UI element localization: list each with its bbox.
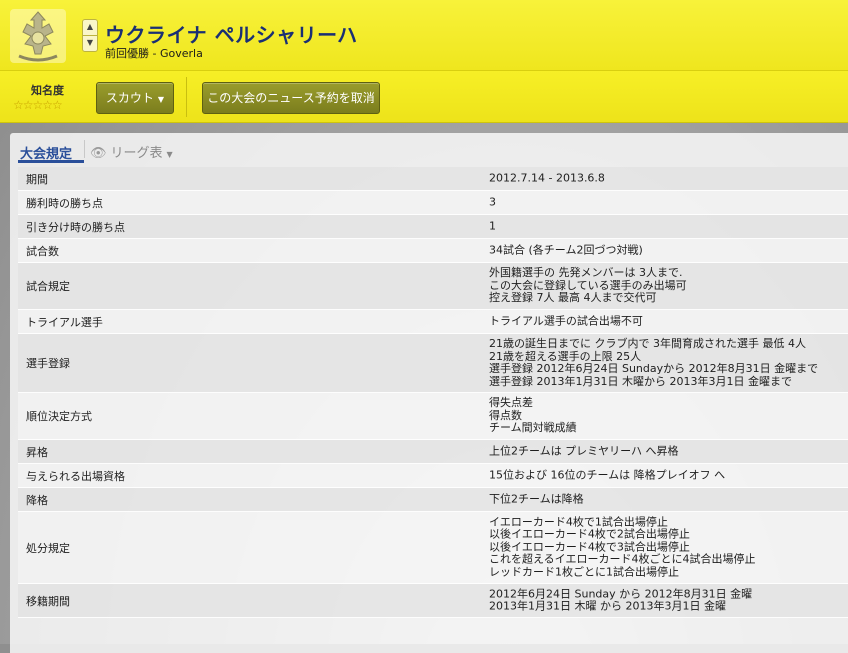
- rule-value: 2012年6月24日 Sunday から 2012年8月31日 金曜 2013年1…: [489, 586, 753, 613]
- rule-label: 降格: [26, 493, 48, 507]
- rule-label: 昇格: [26, 445, 48, 459]
- cancel-news-button[interactable]: この大会のニュース予約を取消: [202, 82, 380, 114]
- rule-value: 34試合 (各チーム2回づつ対戦): [489, 244, 643, 257]
- eye-icon: 👁: [90, 146, 107, 161]
- table-row: 順位決定方式 得失点差 得点数 チーム間対戦成績: [18, 393, 848, 440]
- rule-value-line: 21歳の誕生日までに クラブ内で 3年間育成された選手 最低 4人: [489, 336, 806, 350]
- rule-value: 上位2チームは プレミヤリーハ へ昇格: [489, 445, 678, 458]
- rule-label: 試合数: [26, 244, 59, 258]
- rule-value: 下位2チームは降格: [489, 493, 584, 506]
- previous-winner[interactable]: 前回優勝 - Goverla: [105, 45, 203, 61]
- federation-crest-icon: [10, 9, 66, 63]
- rule-value-line: 2013年1月31日 木曜 から 2013年3月1日 金曜: [489, 599, 726, 613]
- rule-value: トライアル選手の試合出場不可: [489, 315, 643, 328]
- rule-value-line: 外国籍選手の 先発メンバーは 3人まで.: [489, 266, 683, 280]
- rule-value-line: 以後イエローカード4枚で3試合出場停止: [489, 540, 690, 554]
- table-row: 試合規定 外国籍選手の 先発メンバーは 3人まで. この大会に登録している選手のみ出…: [18, 263, 848, 310]
- competition-header: ▲ ▼ ウクライナ ペルシャリーハ 前回優勝 - Goverla: [0, 0, 848, 71]
- table-row: 降格 下位2チームは降格: [18, 488, 848, 512]
- chevron-down-icon: ▼: [166, 150, 173, 159]
- rule-label: トライアル選手: [26, 315, 103, 329]
- rule-value-line: 選手登録 2012年6月24日 Sundayから 2012年8月31日 金曜まで: [489, 362, 819, 375]
- rule-label: 移籍期間: [26, 594, 70, 608]
- active-tab-indicator: [18, 160, 84, 163]
- table-row: トライアル選手 トライアル選手の試合出場不可: [18, 310, 848, 334]
- rule-value: 2012.7.14 - 2013.6.8: [489, 172, 605, 185]
- table-row: 選手登録 21歳の誕生日までに クラブ内で 3年間育成された選手 最低 4人 21歳…: [18, 334, 848, 393]
- rule-value: 得失点差 得点数 チーム間対戦成績: [489, 397, 577, 435]
- table-row: 期間 2012.7.14 - 2013.6.8: [18, 167, 848, 191]
- page-title: ウクライナ ペルシャリーハ: [105, 23, 358, 47]
- rule-label: 期間: [26, 172, 48, 186]
- rule-label: 与えられる出場資格: [26, 469, 125, 483]
- chevron-up-icon[interactable]: ▲: [83, 20, 97, 34]
- toolbar: 知名度 ☆☆☆☆☆ スカウト ▼ この大会のニュース予約を取消: [0, 71, 848, 123]
- rule-label: 順位決定方式: [26, 410, 92, 423]
- rule-value-line: 2012年6月24日 Sunday から 2012年8月31日 金曜: [489, 586, 753, 600]
- rules-table: 期間 2012.7.14 - 2013.6.8 勝利時の勝ち点 3 引き分け時の勝ち点 1…: [18, 167, 848, 618]
- rule-value-line: 上位2チームは プレミヤリーハ へ昇格: [489, 444, 679, 458]
- table-row: 引き分け時の勝ち点 1: [18, 215, 848, 239]
- chevron-down-icon[interactable]: ▼: [83, 35, 97, 50]
- rule-value-line: 34試合 (各チーム2回づつ対戦): [489, 243, 643, 257]
- rule-value-line: トライアル選手の試合出場不可: [489, 314, 643, 328]
- table-row: 勝利時の勝ち点 3: [18, 191, 848, 215]
- rule-value: 1: [489, 220, 496, 233]
- tab-league-table[interactable]: 👁 リーグ表 ▼: [90, 142, 173, 161]
- rule-label: 試合規定: [26, 280, 70, 293]
- competition-switcher[interactable]: ▲ ▼: [82, 19, 98, 52]
- rule-value-line: 2012.7.14 - 2013.6.8: [489, 171, 605, 185]
- rule-value-line: 選手登録 2013年1月31日 木曜から 2013年3月1日 金曜まで: [489, 374, 792, 388]
- rule-label: 処分規定: [26, 541, 70, 555]
- rule-value-line: 控え登録 7人 最高 4人まで交代可: [489, 291, 657, 305]
- table-row: 昇格 上位2チームは プレミヤリーハ へ昇格: [18, 440, 848, 464]
- rule-value: 15位および 16位のチームは 降格プレイオフ へ: [489, 469, 725, 482]
- scout-button-label: スカウト: [105, 91, 154, 105]
- rule-value-line: イエローカード4枚で1試合出場停止: [489, 515, 668, 529]
- scout-button[interactable]: スカウト ▼: [96, 82, 174, 114]
- rule-label: 勝利時の勝ち点: [26, 196, 103, 210]
- rule-value: 外国籍選手の 先発メンバーは 3人まで. この大会に登録している選手のみ出場可 控え…: [489, 267, 687, 305]
- rule-value-line: 1: [489, 219, 496, 233]
- tab-divider: [84, 140, 85, 158]
- star-rating-icon: ☆☆☆☆☆: [13, 98, 63, 112]
- table-row: 試合数 34試合 (各チーム2回づつ対戦): [18, 239, 848, 263]
- rule-value: 3: [489, 196, 496, 209]
- rule-value-line: 15位および 16位のチームは 降格プレイオフ へ: [489, 468, 726, 482]
- table-row: 処分規定 イエローカード4枚で1試合出場停止 以後イエローカード4枚で2試合出場停止…: [18, 512, 848, 584]
- rule-value-line: チーム間対戦成績: [489, 421, 577, 435]
- rule-label: 選手登録: [26, 357, 70, 370]
- rule-value: 21歳の誕生日までに クラブ内で 3年間育成された選手 最低 4人 21歳を超える…: [489, 336, 819, 388]
- toolbar-divider: [186, 77, 187, 117]
- table-row: 移籍期間 2012年6月24日 Sunday から 2012年8月31日 金曜 20…: [18, 584, 848, 618]
- rule-value-line: 3: [489, 195, 496, 209]
- rule-value-line: 得失点差: [489, 396, 533, 410]
- reputation-label: 知名度: [31, 84, 64, 97]
- chevron-down-icon: ▼: [157, 95, 165, 104]
- table-row: 与えられる出場資格 15位および 16位のチームは 降格プレイオフ へ: [18, 464, 848, 488]
- tab-league-label: リーグ表: [110, 146, 163, 161]
- rule-value-line: レッドカード1枚ごとに1試合出場停止: [489, 565, 679, 579]
- panel-tabs: 大会規定 👁 リーグ表 ▼: [10, 133, 848, 163]
- rule-value-line: 下位2チームは降格: [489, 492, 584, 506]
- rule-value: イエローカード4枚で1試合出場停止 以後イエローカード4枚で2試合出場停止 以後イエ…: [489, 515, 756, 579]
- rule-label: 引き分け時の勝ち点: [26, 220, 125, 234]
